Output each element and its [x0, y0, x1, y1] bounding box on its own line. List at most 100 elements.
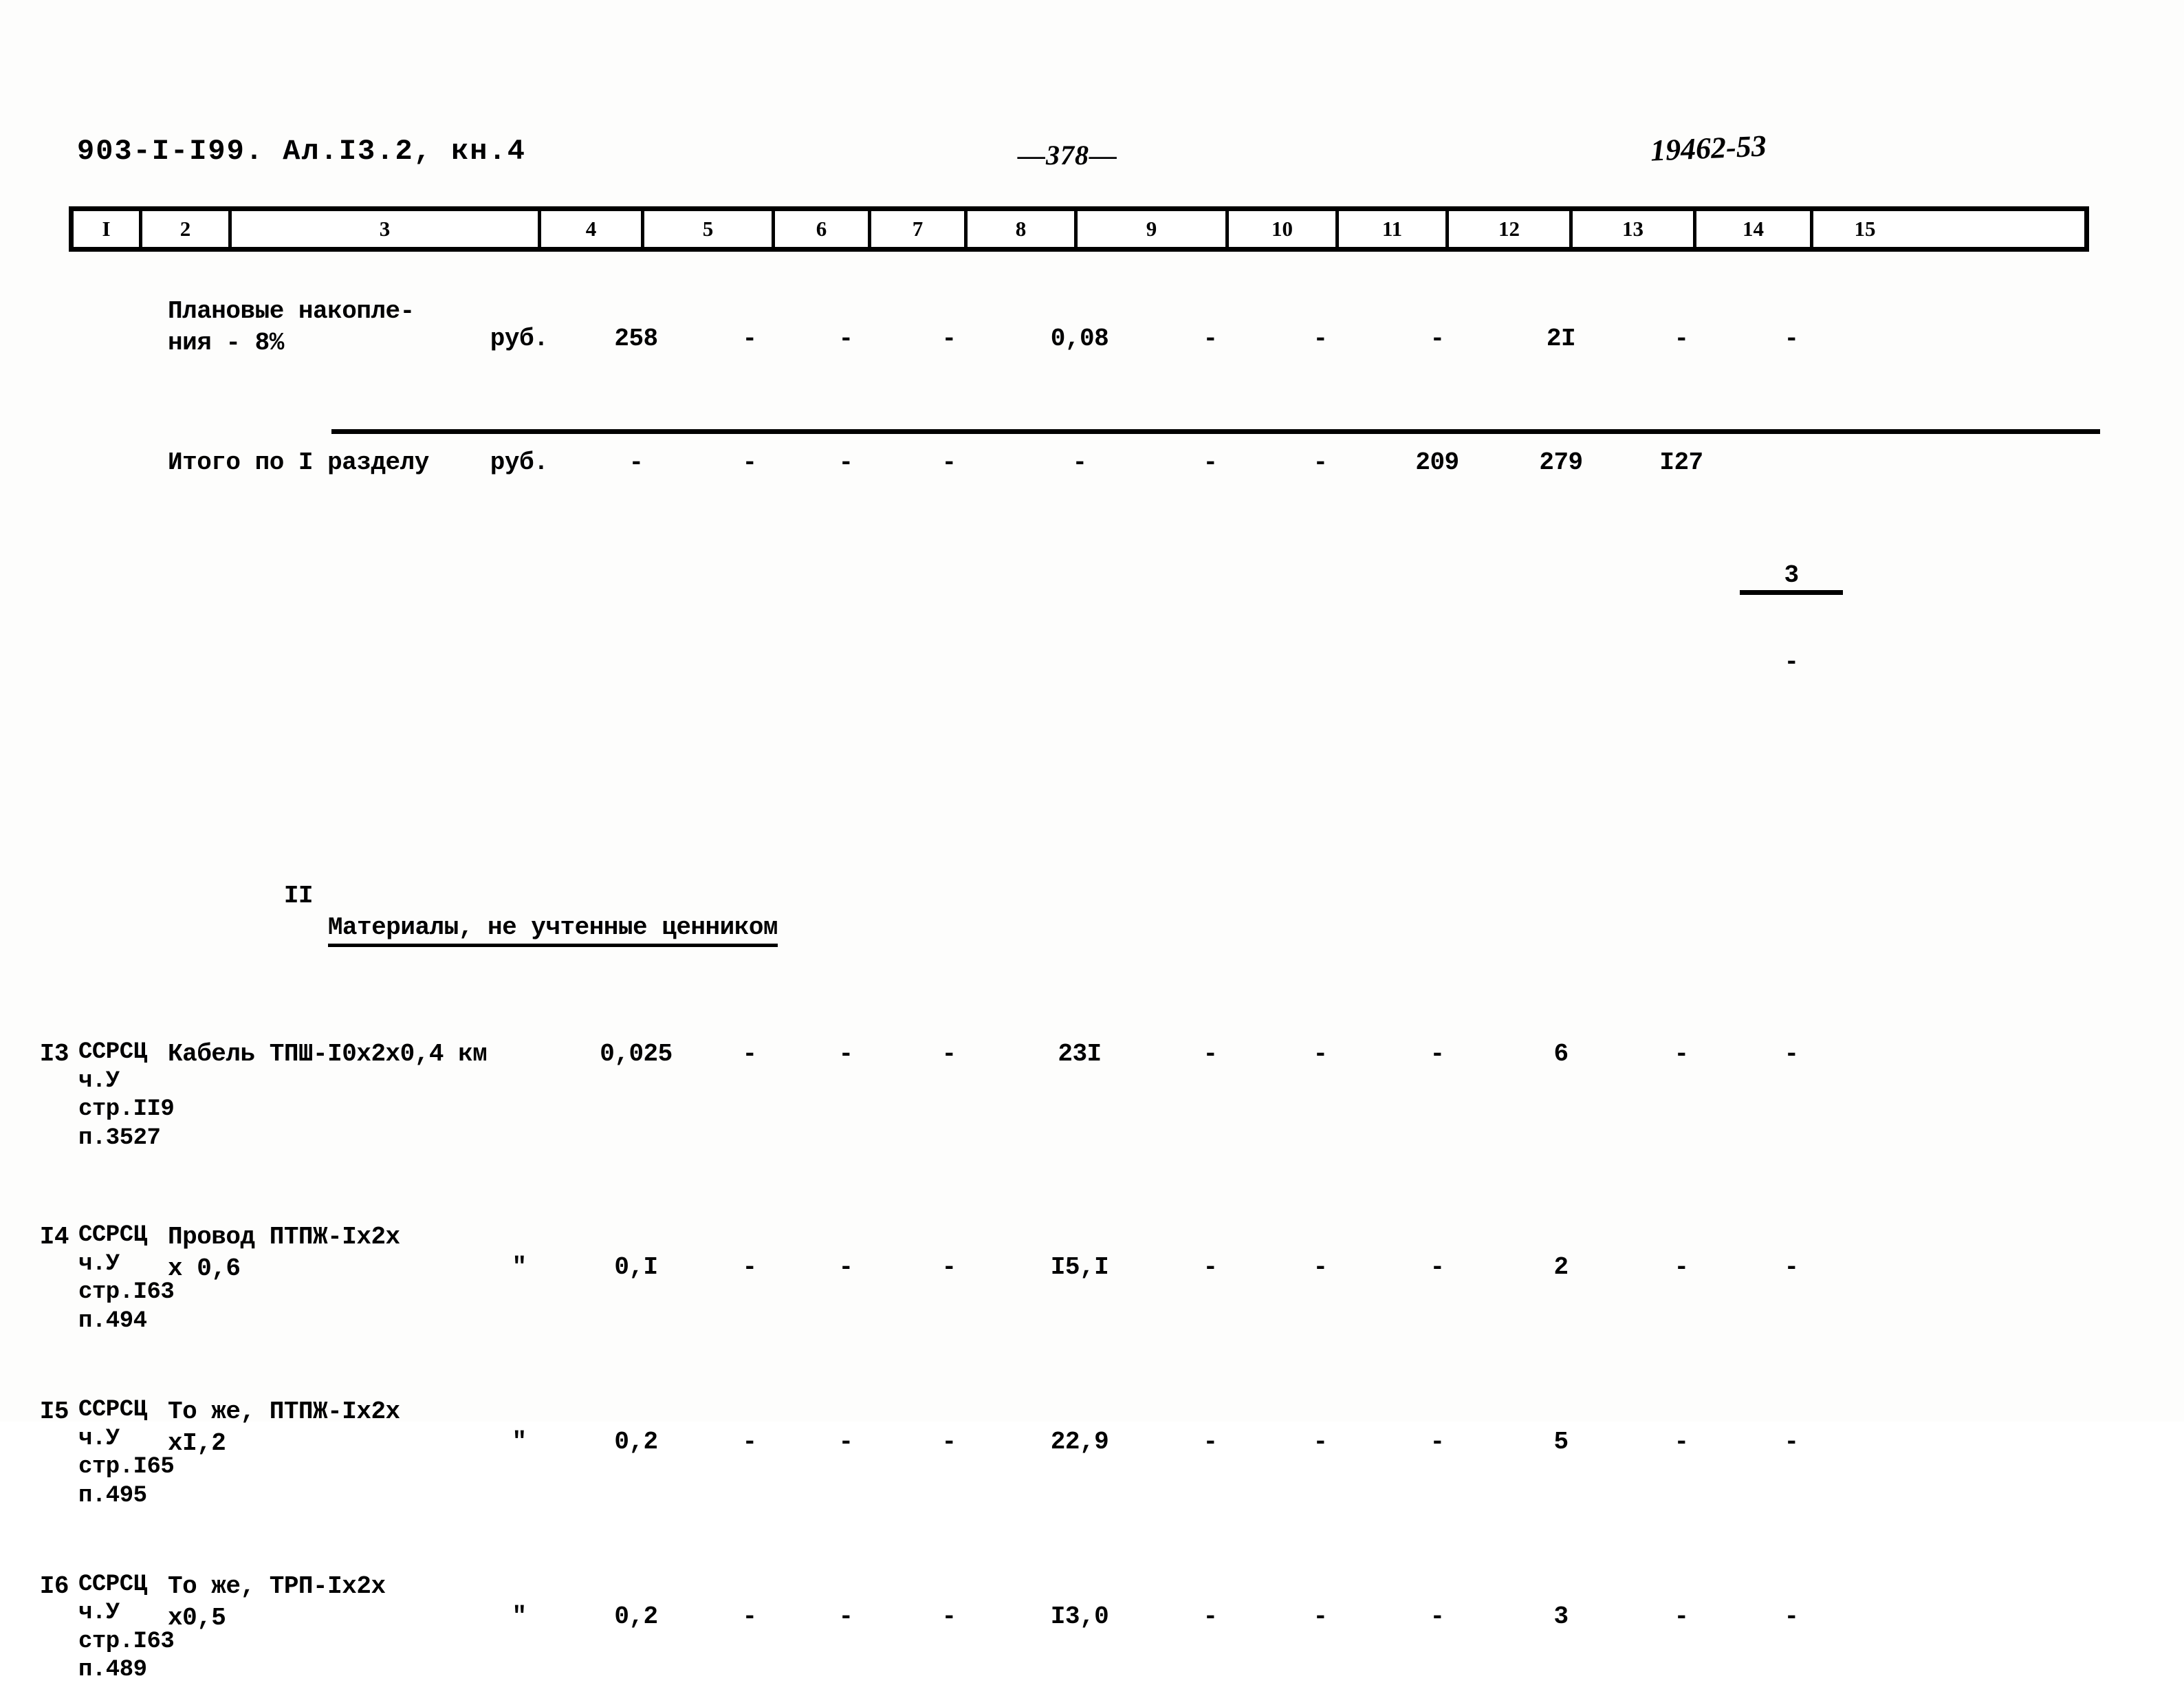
- cell-col15: -: [1784, 325, 1799, 353]
- cell-col9: I3,0: [1050, 1602, 1109, 1631]
- cell-col12: 209: [1415, 448, 1459, 477]
- cell-col8: -: [941, 325, 957, 353]
- cell-col11: -: [1313, 1253, 1328, 1282]
- row-number: I3: [39, 1040, 69, 1069]
- cell-col11: -: [1313, 325, 1328, 353]
- cell-col12: -: [1430, 1602, 1445, 1631]
- row-unit: руб.: [490, 448, 549, 477]
- cell-col14: -: [1674, 325, 1689, 353]
- column-header-14: 14: [1696, 211, 1813, 247]
- table-row: I5 ССРСЦ ч.У стр.I65 п.495 То же, ПТПЖ-I…: [0, 1396, 2184, 1510]
- column-header-2: 2: [142, 211, 232, 247]
- row-reference: ССРСЦ ч.У стр.I65 п.495: [78, 1397, 175, 1509]
- column-header-1: I: [74, 211, 142, 247]
- column-header-5: 5: [644, 211, 775, 247]
- column-header-13: 13: [1573, 211, 1696, 247]
- cell-col8: -: [941, 1253, 957, 1282]
- row-name: Плановые накопле- ния - 8%: [168, 297, 415, 358]
- row-unit: ": [512, 1428, 527, 1457]
- cell-col10: -: [1203, 1428, 1218, 1457]
- table-row: I6 ССРСЦ ч.У стр.I63 п.489 То же, ТРП-Iх…: [0, 1571, 2184, 1685]
- cell-col6: -: [742, 448, 757, 477]
- section-heading-text: II Материалы, не учтенные ценником: [158, 849, 2084, 975]
- page-header: 903-I-I99. Ал.I3.2, кн.4 —378— 19462-53: [0, 129, 2184, 183]
- cell-col13: 2I: [1546, 325, 1576, 353]
- cell-col9: -: [1072, 448, 1087, 477]
- fraction-numerator: 3: [1740, 563, 1843, 595]
- cell-col10: -: [1203, 1253, 1218, 1282]
- row-number: I4: [39, 1223, 69, 1252]
- cell-col9: 22,9: [1050, 1428, 1109, 1457]
- row-reference: ССРСЦ ч.У стр.II9 п.3527: [78, 1039, 175, 1151]
- cell-col13: 3: [1553, 1602, 1569, 1631]
- cell-col10: -: [1203, 1602, 1218, 1631]
- fraction-denominator: -: [1784, 648, 1799, 677]
- column-header-3: 3: [232, 211, 541, 247]
- cell-col14: I27: [1659, 448, 1703, 477]
- cell-col13: 6: [1553, 1040, 1569, 1069]
- table-row: I3 ССРСЦ ч.У стр.II9 п.3527 Кабель ТПШ-I…: [0, 1039, 2184, 1153]
- table-row: I4 ССРСЦ ч.У стр.I63 п.494 Провод ПТПЖ-I…: [0, 1221, 2184, 1336]
- section-numeral: II: [283, 882, 314, 911]
- document-page: 903-I-I99. Ал.I3.2, кн.4 —378— 19462-53 …: [0, 0, 2184, 1683]
- cell-col12: -: [1430, 325, 1445, 353]
- cell-col9: I5,I: [1050, 1253, 1109, 1282]
- column-header-7: 7: [871, 211, 968, 247]
- row-name: Кабель ТПШ-I0x2x0,4 км: [168, 1040, 488, 1069]
- cell-col14: -: [1674, 1253, 1689, 1282]
- cell-col6: -: [742, 325, 757, 353]
- cell-col7: -: [838, 1428, 853, 1457]
- cell-col8: -: [941, 448, 957, 477]
- cell-col12: -: [1430, 1040, 1445, 1069]
- cell-col11: -: [1313, 1040, 1328, 1069]
- cell-col7: -: [838, 325, 853, 353]
- cell-col13: 2: [1553, 1253, 1569, 1282]
- cell-col12: -: [1430, 1253, 1445, 1282]
- totals-separator-rule: [331, 429, 2100, 434]
- column-header-15: 15: [1854, 217, 1876, 241]
- column-header-9: 9: [1078, 211, 1229, 247]
- row-name: То же, ТРП-Iх2х х0,5: [168, 1572, 386, 1633]
- cell-col14: -: [1674, 1428, 1689, 1457]
- row-reference: ССРСЦ ч.У стр.I63 п.494: [78, 1222, 175, 1334]
- cell-col6: -: [742, 1428, 757, 1457]
- cell-col7: -: [838, 1602, 853, 1631]
- page-number: —378—: [1018, 140, 1117, 171]
- cell-col15-fraction: 3 -: [1740, 447, 1843, 762]
- row-number: I6: [39, 1572, 69, 1600]
- cell-col6: -: [742, 1253, 757, 1282]
- column-number-strip: I 2 3 4 5 6 7 8 9 10 11 12 13 14 15: [69, 206, 2089, 252]
- cell-col10: -: [1203, 448, 1218, 477]
- column-header-8: 8: [968, 211, 1078, 247]
- column-header-11: 11: [1339, 211, 1449, 247]
- cell-col9: 23I: [1058, 1040, 1102, 1069]
- column-header-10: 10: [1229, 211, 1339, 247]
- cell-col14: -: [1674, 1602, 1689, 1631]
- cell-col7: -: [838, 1040, 853, 1069]
- table-row: Итого по I разделу руб. - - - - - - - 20…: [0, 447, 2184, 762]
- cell-col15: -: [1784, 1428, 1799, 1457]
- cell-col6: -: [742, 1602, 757, 1631]
- cell-col11: -: [1313, 1602, 1328, 1631]
- document-code: 903-I-I99. Ал.I3.2, кн.4: [77, 135, 526, 168]
- cell-col14: -: [1674, 1040, 1689, 1069]
- row-reference: ССРСЦ ч.У стр.I63 п.489: [78, 1571, 175, 1684]
- cell-col15: -: [1784, 1040, 1799, 1069]
- row-unit: ": [512, 1253, 527, 1282]
- cell-col13: 279: [1539, 448, 1583, 477]
- cell-col13: 5: [1553, 1428, 1569, 1457]
- row-number: I5: [39, 1398, 69, 1426]
- archive-stamp-number: 19462-53: [1650, 129, 1767, 168]
- cell-col7: -: [838, 1253, 853, 1282]
- cell-col10: -: [1203, 325, 1218, 353]
- cell-col11: -: [1313, 448, 1328, 477]
- row-name: То же, ПТПЖ-Iх2х хI,2: [168, 1398, 400, 1458]
- cell-col8: -: [941, 1040, 957, 1069]
- cell-col5: 0,2: [614, 1602, 658, 1631]
- section-title: Материалы, не учтенные ценником: [327, 913, 778, 948]
- table-row: Плановые накопле- ния - 8% руб. 258 - - …: [0, 296, 2184, 359]
- column-header-6: 6: [775, 211, 871, 247]
- cell-col12: -: [1430, 1428, 1445, 1457]
- cell-col5: 0,2: [614, 1428, 658, 1457]
- cell-col7: -: [838, 448, 853, 477]
